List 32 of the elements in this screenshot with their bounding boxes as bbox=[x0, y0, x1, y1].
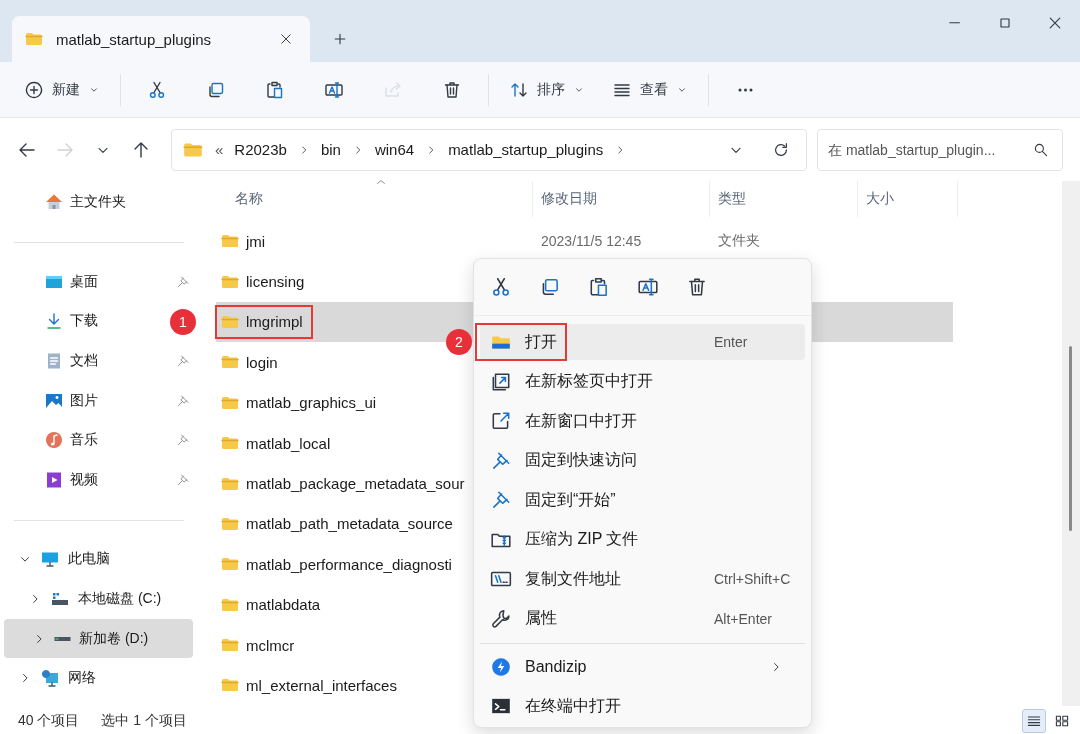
file-name: ml_external_interfaces bbox=[246, 677, 397, 694]
file-name: login bbox=[246, 353, 278, 371]
file-name: matlab_local bbox=[246, 434, 331, 452]
file-name: mclmcr bbox=[246, 636, 295, 654]
tab-title: matlab_startup_plugins bbox=[56, 30, 213, 48]
menu-label: Bandizip bbox=[525, 657, 587, 676]
step-badge: 2 bbox=[446, 329, 472, 355]
menu-label: 固定到“开始” bbox=[525, 489, 616, 510]
file-name: matlab_performance_diagnosti bbox=[246, 555, 452, 573]
menu-label: 属性 bbox=[525, 608, 557, 628]
modified-date: 2023/11/5 12:45 bbox=[541, 233, 642, 250]
menu-label: 打开 bbox=[525, 331, 557, 352]
file-name: matlab_graphics_ui bbox=[246, 394, 377, 412]
menu-label: 在新标签页中打开 bbox=[525, 371, 653, 391]
shortcut-text: Ctrl+Shift+C bbox=[714, 571, 791, 587]
file-name: jmi bbox=[246, 232, 266, 250]
file-name: matlab_package_metadata_sour bbox=[246, 475, 465, 493]
item-count: 40 个项目 bbox=[18, 711, 80, 730]
step-badge: 1 bbox=[170, 308, 196, 335]
menu-label: 复制文件地址 bbox=[525, 568, 621, 589]
file-name: lmgrimpl bbox=[246, 313, 303, 331]
menu-label: 压缩为 ZIP 文件 bbox=[525, 529, 639, 549]
selection-count: 选中 1 个项目 bbox=[101, 711, 188, 730]
shortcut-text: Enter bbox=[714, 334, 748, 350]
shortcut-text: Alt+Enter bbox=[714, 610, 772, 627]
menu-label: 在终端中打开 bbox=[525, 695, 621, 716]
file-type: 文件夹 bbox=[718, 232, 760, 249]
file-name: matlab_path_metadata_source bbox=[246, 515, 453, 533]
file-name: licensing bbox=[246, 273, 305, 291]
file-name: matlabdata bbox=[246, 596, 321, 614]
menu-label: 在新窗口中打开 bbox=[525, 410, 637, 431]
menu-label: 固定到快速访问 bbox=[525, 450, 637, 470]
